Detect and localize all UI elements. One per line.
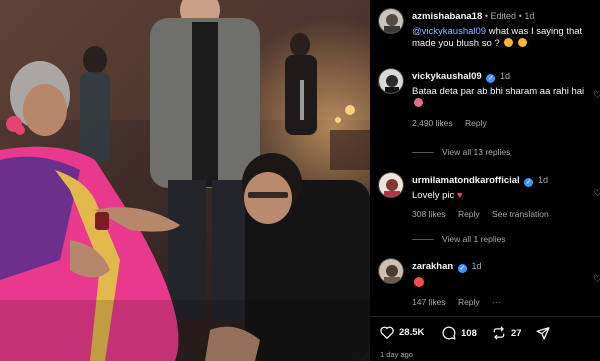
caption-time[interactable]: 1d xyxy=(524,11,534,21)
post-timestamp: 1 day ago xyxy=(380,350,413,359)
comment-username[interactable]: urmilamatondkarofficial xyxy=(412,175,520,186)
post-photo-image xyxy=(0,0,370,361)
reply-button[interactable]: Reply xyxy=(465,118,487,128)
send-icon xyxy=(536,327,550,340)
avatar[interactable] xyxy=(378,8,404,34)
comment-likes[interactable]: 308 likes xyxy=(412,209,446,219)
monkey-emoji xyxy=(414,98,423,107)
post-photo[interactable] xyxy=(0,0,370,361)
comment-likes[interactable]: 2,490 likes xyxy=(412,118,453,128)
comment-text: Bataa deta par ab bhi sharam aa rahi hai xyxy=(412,85,585,97)
view-replies-button[interactable]: View all 1 replies xyxy=(412,234,506,244)
verified-badge-icon: ✓ xyxy=(457,264,467,273)
heart-icon[interactable]: ♡ xyxy=(593,188,600,199)
heart-icon[interactable]: ♡ xyxy=(593,90,600,101)
heart-icon[interactable]: ♡ xyxy=(593,274,600,285)
like-button[interactable]: 28.5K xyxy=(380,326,424,339)
avatar[interactable] xyxy=(378,258,404,284)
comment-time: 1d xyxy=(537,175,548,185)
hugging-face-emoji xyxy=(517,38,527,47)
comment-time: 1d xyxy=(471,261,482,271)
comment-username[interactable]: vickykaushal09 xyxy=(412,71,482,82)
reply-button[interactable]: Reply xyxy=(458,209,480,219)
share-button[interactable] xyxy=(536,326,555,340)
action-bar: 28.5K 108 27 xyxy=(370,320,600,344)
hugging-face-emoji xyxy=(504,38,514,47)
divider xyxy=(370,316,600,317)
comment-icon xyxy=(442,326,456,340)
comment-username[interactable]: zarakhan xyxy=(412,261,453,272)
avatar[interactable] xyxy=(378,172,404,198)
view-replies-label: View all 1 replies xyxy=(442,234,506,244)
comment-text: Lovely pic xyxy=(412,189,455,201)
verified-badge-icon: ✓ xyxy=(524,178,534,187)
repost-button[interactable]: 27 xyxy=(492,326,522,340)
see-translation-button[interactable]: See translation xyxy=(492,209,549,219)
smiling-face-emoji xyxy=(414,276,424,287)
caption-edited: Edited xyxy=(490,11,517,21)
comment-count: 108 xyxy=(461,327,477,339)
reply-button[interactable]: Reply xyxy=(458,297,480,307)
verified-badge-icon: ✓ xyxy=(486,74,496,83)
more-options-button[interactable]: ··· xyxy=(492,297,501,307)
comments-panel: azmishabana18 • Edited • 1d @vickykausha… xyxy=(370,0,600,361)
comment-likes[interactable]: 147 likes xyxy=(412,297,446,307)
repost-icon xyxy=(493,326,505,340)
comment-button[interactable]: 108 xyxy=(442,326,477,340)
like-count: 28.5K xyxy=(399,327,425,338)
comment-time: 1d xyxy=(500,71,511,81)
caption-username[interactable]: azmishabana18 xyxy=(412,11,482,22)
view-replies-button[interactable]: View all 13 replies xyxy=(412,147,510,157)
view-replies-label: View all 13 replies xyxy=(442,147,511,157)
caption-mention[interactable]: @vickykaushal09 xyxy=(412,26,486,37)
heart-icon xyxy=(380,326,394,339)
pink-heart-emoji: ♥ xyxy=(456,189,463,201)
repost-count: 27 xyxy=(511,327,522,339)
avatar[interactable] xyxy=(378,68,404,94)
